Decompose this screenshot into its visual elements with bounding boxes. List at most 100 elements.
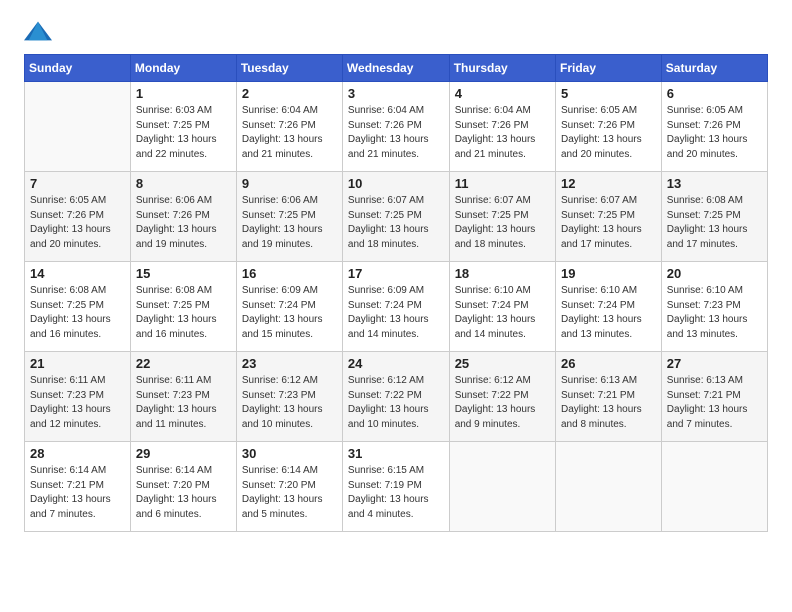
day-number: 30: [242, 446, 337, 461]
day-number: 4: [455, 86, 550, 101]
logo-icon: [24, 20, 52, 42]
calendar-week-row: 7 Sunrise: 6:05 AMSunset: 7:26 PMDaylight…: [25, 172, 768, 262]
calendar-table: SundayMondayTuesdayWednesdayThursdayFrid…: [24, 54, 768, 532]
calendar-cell: [449, 442, 555, 532]
logo: [24, 20, 56, 42]
calendar-cell: 1Sunrise: 6:03 AMSunset: 7:25 PMDaylight…: [130, 82, 236, 172]
day-detail: Sunrise: 6:05 AMSunset: 7:26 PMDaylight:…: [561, 104, 656, 162]
day-detail: Sunrise: 6:05 AMSunset: 7:26 PMDaylight:…: [667, 104, 762, 162]
day-number: 6: [667, 86, 762, 101]
day-detail: Sunrise: 6:12 AMSunset: 7:22 PMDaylight:…: [348, 374, 444, 432]
calendar-cell: 26 Sunrise: 6:13 AMSunset: 7:21 PMDayligh…: [555, 352, 661, 442]
day-number: 22: [136, 356, 231, 371]
calendar-cell: 17 Sunrise: 6:09 AMSunset: 7:24 PMDayligh…: [342, 262, 449, 352]
calendar-week-row: 14 Sunrise: 6:08 AMSunset: 7:25 PMDayligh…: [25, 262, 768, 352]
day-detail: Sunrise: 6:12 AMSunset: 7:23 PMDaylight:…: [242, 374, 337, 432]
calendar-cell: 12 Sunrise: 6:07 AMSunset: 7:25 PMDayligh…: [555, 172, 661, 262]
day-detail: Sunrise: 6:06 AMSunset: 7:26 PMDaylight:…: [136, 194, 231, 252]
day-detail: Sunrise: 6:10 AMSunset: 7:24 PMDaylight:…: [561, 284, 656, 342]
weekday-header: Thursday: [449, 55, 555, 82]
calendar-week-row: 1Sunrise: 6:03 AMSunset: 7:25 PMDaylight…: [25, 82, 768, 172]
day-detail: Sunrise: 6:04 AMSunset: 7:26 PMDaylight:…: [348, 104, 444, 162]
calendar-cell: [555, 442, 661, 532]
day-detail: Sunrise: 6:12 AMSunset: 7:22 PMDaylight:…: [455, 374, 550, 432]
day-number: 2: [242, 86, 337, 101]
calendar-cell: 3 Sunrise: 6:04 AMSunset: 7:26 PMDaylight…: [342, 82, 449, 172]
day-detail: Sunrise: 6:08 AMSunset: 7:25 PMDaylight:…: [30, 284, 125, 342]
day-detail: Sunrise: 6:14 AMSunset: 7:20 PMDaylight:…: [242, 464, 337, 522]
calendar-cell: 13 Sunrise: 6:08 AMSunset: 7:25 PMDayligh…: [661, 172, 767, 262]
day-number: 11: [455, 176, 550, 191]
day-number: 16: [242, 266, 337, 281]
day-detail: Sunrise: 6:10 AMSunset: 7:24 PMDaylight:…: [455, 284, 550, 342]
calendar-cell: 28 Sunrise: 6:14 AMSunset: 7:21 PMDayligh…: [25, 442, 131, 532]
calendar-cell: 25 Sunrise: 6:12 AMSunset: 7:22 PMDayligh…: [449, 352, 555, 442]
day-detail: Sunrise: 6:10 AMSunset: 7:23 PMDaylight:…: [667, 284, 762, 342]
day-number: 15: [136, 266, 231, 281]
calendar-cell: 10 Sunrise: 6:07 AMSunset: 7:25 PMDayligh…: [342, 172, 449, 262]
calendar-cell: 2 Sunrise: 6:04 AMSunset: 7:26 PMDaylight…: [236, 82, 342, 172]
day-number: 13: [667, 176, 762, 191]
calendar-week-row: 21 Sunrise: 6:11 AMSunset: 7:23 PMDayligh…: [25, 352, 768, 442]
calendar-cell: 29 Sunrise: 6:14 AMSunset: 7:20 PMDayligh…: [130, 442, 236, 532]
calendar-week-row: 28 Sunrise: 6:14 AMSunset: 7:21 PMDayligh…: [25, 442, 768, 532]
day-number: 18: [455, 266, 550, 281]
calendar-cell: 30 Sunrise: 6:14 AMSunset: 7:20 PMDayligh…: [236, 442, 342, 532]
calendar-cell: 8 Sunrise: 6:06 AMSunset: 7:26 PMDaylight…: [130, 172, 236, 262]
calendar-cell: 22Sunrise: 6:11 AMSunset: 7:23 PMDayligh…: [130, 352, 236, 442]
day-detail: Sunrise: 6:13 AMSunset: 7:21 PMDaylight:…: [561, 374, 656, 432]
day-detail: Sunrise: 6:07 AMSunset: 7:25 PMDaylight:…: [348, 194, 444, 252]
day-number: 19: [561, 266, 656, 281]
day-detail: Sunrise: 6:09 AMSunset: 7:24 PMDaylight:…: [242, 284, 337, 342]
day-number: 5: [561, 86, 656, 101]
day-detail: Sunrise: 6:14 AMSunset: 7:20 PMDaylight:…: [136, 464, 231, 522]
calendar-cell: 31 Sunrise: 6:15 AMSunset: 7:19 PMDayligh…: [342, 442, 449, 532]
day-number: 12: [561, 176, 656, 191]
page-header: [24, 20, 768, 42]
day-detail: Sunrise: 6:05 AMSunset: 7:26 PMDaylight:…: [30, 194, 125, 252]
day-number: 25: [455, 356, 550, 371]
day-number: 21: [30, 356, 125, 371]
day-detail: Sunrise: 6:14 AMSunset: 7:21 PMDaylight:…: [30, 464, 125, 522]
day-number: 17: [348, 266, 444, 281]
calendar-cell: [661, 442, 767, 532]
day-detail: Sunrise: 6:08 AMSunset: 7:25 PMDaylight:…: [136, 284, 231, 342]
calendar-cell: 27Sunrise: 6:13 AMSunset: 7:21 PMDayligh…: [661, 352, 767, 442]
day-detail: Sunrise: 6:07 AMSunset: 7:25 PMDaylight:…: [455, 194, 550, 252]
day-number: 1: [136, 86, 231, 101]
calendar-cell: 21 Sunrise: 6:11 AMSunset: 7:23 PMDayligh…: [25, 352, 131, 442]
weekday-header: Tuesday: [236, 55, 342, 82]
calendar-cell: 5 Sunrise: 6:05 AMSunset: 7:26 PMDaylight…: [555, 82, 661, 172]
day-detail: Sunrise: 6:04 AMSunset: 7:26 PMDaylight:…: [242, 104, 337, 162]
day-number: 31: [348, 446, 444, 461]
day-detail: Sunrise: 6:06 AMSunset: 7:25 PMDaylight:…: [242, 194, 337, 252]
calendar-cell: 14 Sunrise: 6:08 AMSunset: 7:25 PMDayligh…: [25, 262, 131, 352]
day-number: 26: [561, 356, 656, 371]
day-number: 3: [348, 86, 444, 101]
day-number: 10: [348, 176, 444, 191]
calendar-cell: 9 Sunrise: 6:06 AMSunset: 7:25 PMDaylight…: [236, 172, 342, 262]
day-number: 28: [30, 446, 125, 461]
day-detail: Sunrise: 6:09 AMSunset: 7:24 PMDaylight:…: [348, 284, 444, 342]
weekday-header: Saturday: [661, 55, 767, 82]
calendar-cell: 6 Sunrise: 6:05 AMSunset: 7:26 PMDaylight…: [661, 82, 767, 172]
day-number: 9: [242, 176, 337, 191]
day-number: 20: [667, 266, 762, 281]
day-detail: Sunrise: 6:11 AMSunset: 7:23 PMDaylight:…: [30, 374, 125, 432]
weekday-header: Monday: [130, 55, 236, 82]
day-number: 7: [30, 176, 125, 191]
calendar-cell: 23Sunrise: 6:12 AMSunset: 7:23 PMDayligh…: [236, 352, 342, 442]
calendar-cell: 4Sunrise: 6:04 AMSunset: 7:26 PMDaylight…: [449, 82, 555, 172]
calendar-cell: 15 Sunrise: 6:08 AMSunset: 7:25 PMDayligh…: [130, 262, 236, 352]
day-detail: Sunrise: 6:08 AMSunset: 7:25 PMDaylight:…: [667, 194, 762, 252]
calendar-cell: 20 Sunrise: 6:10 AMSunset: 7:23 PMDayligh…: [661, 262, 767, 352]
day-detail: Sunrise: 6:15 AMSunset: 7:19 PMDaylight:…: [348, 464, 444, 522]
day-number: 8: [136, 176, 231, 191]
calendar-cell: 7 Sunrise: 6:05 AMSunset: 7:26 PMDaylight…: [25, 172, 131, 262]
day-detail: Sunrise: 6:07 AMSunset: 7:25 PMDaylight:…: [561, 194, 656, 252]
calendar-cell: 18 Sunrise: 6:10 AMSunset: 7:24 PMDayligh…: [449, 262, 555, 352]
weekday-header: Wednesday: [342, 55, 449, 82]
calendar-cell: 24Sunrise: 6:12 AMSunset: 7:22 PMDayligh…: [342, 352, 449, 442]
day-number: 29: [136, 446, 231, 461]
day-number: 14: [30, 266, 125, 281]
